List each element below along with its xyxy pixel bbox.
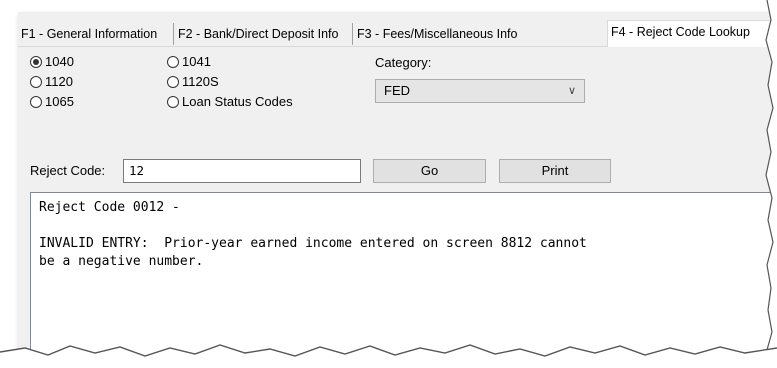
radio-loan-status-codes[interactable]: Loan Status Codes	[167, 94, 293, 110]
radio-1065[interactable]: 1065	[30, 94, 74, 110]
radio-indicator	[167, 76, 179, 88]
reject-code-lookup-window: F1 - General Information F2 - Bank/Direc…	[18, 12, 777, 357]
category-value: FED	[384, 83, 410, 98]
category-select[interactable]: FED ∨	[375, 79, 585, 103]
tab-fees-miscellaneous[interactable]: F3 - Fees/Miscellaneous Info	[354, 23, 534, 45]
chevron-down-icon: ∨	[567, 85, 576, 97]
reject-code-label: Reject Code:	[30, 163, 106, 178]
tab-bank-direct-deposit[interactable]: F2 - Bank/Direct Deposit Info	[175, 23, 353, 45]
print-button[interactable]: Print	[499, 159, 611, 183]
category-label: Category:	[375, 55, 432, 70]
go-button[interactable]: Go	[373, 159, 486, 183]
radio-indicator	[167, 56, 179, 68]
result-heading: Reject Code 0012 -	[39, 200, 180, 215]
torn-edge-right	[765, 0, 777, 368]
tab-reject-code-lookup[interactable]: F4 - Reject Code Lookup	[607, 20, 777, 47]
result-description-line-1: INVALID ENTRY: Prior-year earned income …	[39, 236, 587, 251]
reject-code-input[interactable]: 12	[123, 159, 361, 183]
radio-indicator	[30, 96, 42, 108]
radio-indicator	[30, 76, 42, 88]
tab-general-information[interactable]: F1 - General Information	[18, 23, 174, 45]
radio-1041[interactable]: 1041	[167, 54, 211, 70]
radio-1120[interactable]: 1120	[30, 74, 73, 90]
radio-indicator	[167, 96, 179, 108]
radio-checked-indicator	[30, 56, 42, 68]
radio-1040[interactable]: 1040	[30, 54, 74, 70]
radio-1120s[interactable]: 1120S	[167, 74, 219, 90]
reject-code-result-text[interactable]: Reject Code 0012 - INVALID ENTRY: Prior-…	[30, 192, 777, 357]
tab-bar: F1 - General Information F2 - Bank/Direc…	[18, 20, 777, 47]
torn-edge-bottom	[0, 344, 777, 368]
result-description-line-2: be a negative number.	[39, 254, 204, 269]
